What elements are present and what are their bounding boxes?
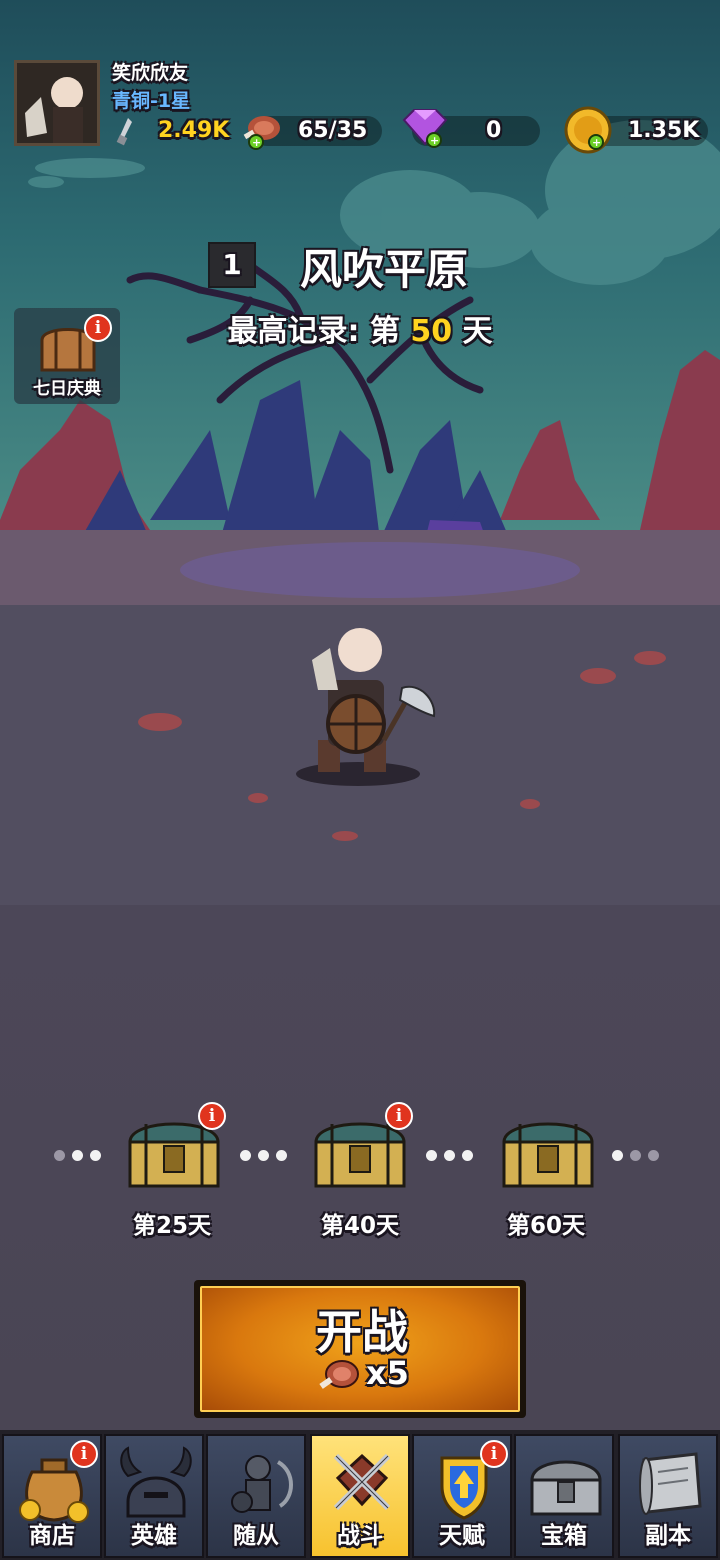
gold-value: 1.35K <box>628 118 700 143</box>
svg-text:+: + <box>430 134 439 147</box>
milestone-alert-badge: i <box>385 1102 413 1130</box>
gems-value: 0 <box>486 118 502 143</box>
record-prefix: 最高记录: 第 <box>227 314 411 349</box>
tab-label: 战斗 <box>337 1523 383 1549</box>
progress-dots <box>612 1146 666 1161</box>
tab-label: 随从 <box>233 1523 279 1549</box>
seven-day-event-button[interactable]: i 七日庆典 <box>14 308 120 404</box>
progress-dots <box>54 1146 108 1161</box>
gold-coin-plus-icon[interactable]: + <box>562 106 614 158</box>
tab-battle[interactable]: 战斗 <box>310 1434 410 1558</box>
event-label: 七日庆典 <box>33 379 101 399</box>
scroll-icon <box>639 1452 702 1515</box>
crossed-swords-icon <box>333 1453 391 1511</box>
sword-icon <box>116 118 132 146</box>
milestone-label: 第25天 <box>132 1213 211 1239</box>
gem-plus-icon[interactable]: + <box>400 108 450 150</box>
event-alert-badge: i <box>84 314 112 342</box>
svg-text:+: + <box>252 136 261 149</box>
tab-followers[interactable]: 随从 <box>206 1434 306 1558</box>
record-suffix: 天 <box>452 314 493 349</box>
hero-sprite <box>296 628 436 786</box>
tab-talents[interactable]: i 天赋 <box>412 1434 512 1558</box>
start-battle-button[interactable]: 开战 x5 <box>194 1280 526 1418</box>
milestone-alert-badge: i <box>198 1102 226 1130</box>
battle-cost: x5 <box>366 1354 409 1392</box>
tab-label: 英雄 <box>131 1523 177 1549</box>
tab-alert-badge: i <box>70 1440 98 1468</box>
chest-icon <box>530 1460 602 1516</box>
tab-shop[interactable]: i 商店 <box>2 1434 102 1558</box>
player-rank: 青铜-1星 <box>112 90 191 112</box>
tab-chests[interactable]: 宝箱 <box>514 1434 614 1558</box>
tab-dungeon[interactable]: 副本 <box>618 1434 718 1558</box>
stamina-value: 65/35 <box>298 118 368 143</box>
tab-label: 天赋 <box>439 1523 485 1549</box>
progress-dots <box>240 1146 294 1161</box>
player-name: 笑欣欣友 <box>112 62 189 84</box>
battle-label: 开战 <box>316 1305 408 1359</box>
power-value: 2.49K <box>158 118 230 143</box>
tab-label: 商店 <box>29 1523 75 1549</box>
progress-dots <box>426 1146 480 1161</box>
milestone-label: 第40天 <box>320 1213 399 1239</box>
bottom-tab-bar: i 商店 英雄 随从 战斗 i 天赋 宝箱 副本 <box>0 1430 720 1560</box>
battlefield-stones <box>138 651 666 841</box>
meat-icon <box>319 1360 359 1389</box>
meat-plus-icon[interactable]: + <box>240 110 284 150</box>
game-screen: 笑欣欣友 青铜-1星 2.49K + 65/35 + 0 + 1.35K 1 风… <box>0 0 720 1560</box>
tab-label: 宝箱 <box>541 1523 587 1549</box>
stage-title[interactable]: 风吹平原 <box>300 236 468 297</box>
milestone-chest-60[interactable] <box>500 1112 596 1192</box>
helmet-icon <box>120 1446 192 1518</box>
record-days: 50 <box>410 314 453 349</box>
tab-label: 副本 <box>645 1523 691 1549</box>
milestone-label: 第60天 <box>506 1213 585 1239</box>
treasure-chest-icon <box>502 1122 594 1188</box>
tab-alert-badge: i <box>480 1440 508 1468</box>
start-battle-face: 开战 x5 <box>200 1286 520 1412</box>
minion-icon <box>231 1455 293 1513</box>
player-avatar[interactable] <box>14 60 100 146</box>
svg-text:+: + <box>592 136 601 149</box>
battlefield <box>138 628 666 841</box>
stage-number: 1 <box>208 242 256 288</box>
dark-crystals <box>80 380 510 540</box>
avatar-portrait-icon <box>17 63 97 143</box>
tab-heroes[interactable]: 英雄 <box>104 1434 204 1558</box>
